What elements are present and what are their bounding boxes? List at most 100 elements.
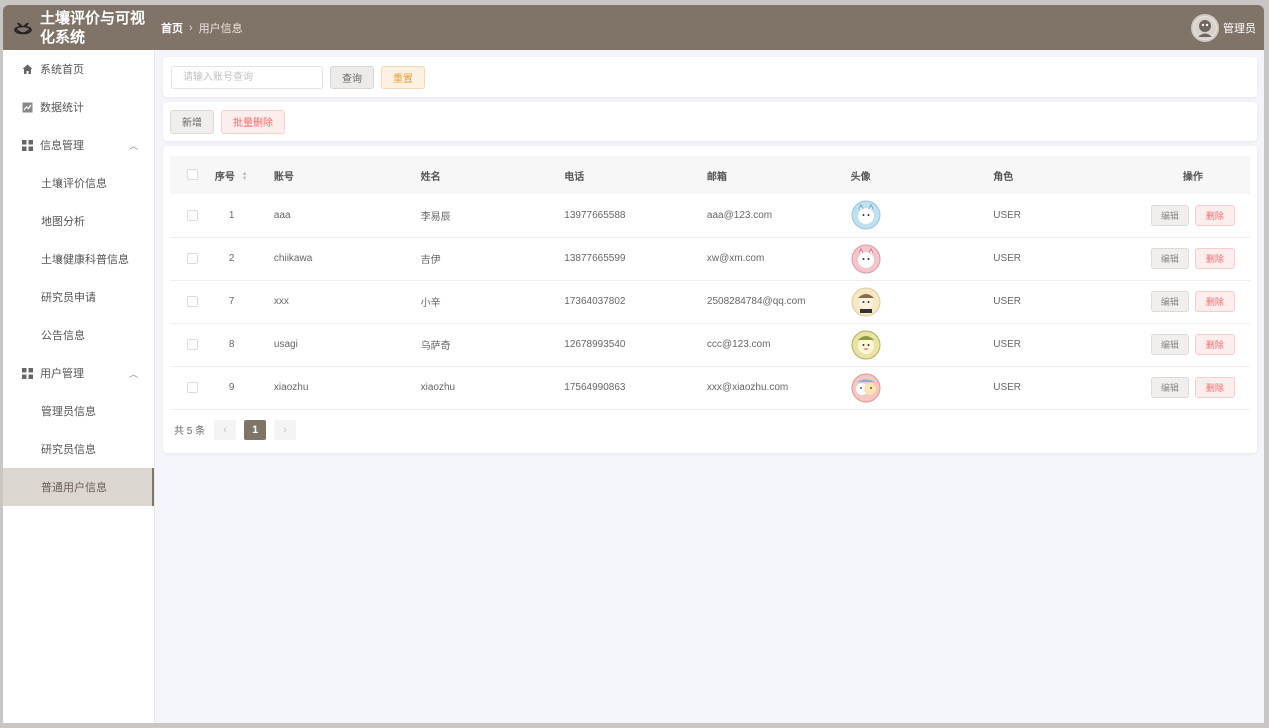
cell-phone: 13977665588 xyxy=(564,194,707,238)
sort-icon[interactable]: ▲ ▼ xyxy=(242,171,248,182)
cell-email: xw@xm.com xyxy=(706,237,851,281)
sidebar-item-researcher-application[interactable]: 研究员申请 xyxy=(3,278,154,316)
page-number-button[interactable]: 1 xyxy=(244,419,267,440)
cell-id: 8 xyxy=(214,323,274,367)
account-search-input[interactable] xyxy=(171,65,323,89)
sidebar-item-statistics[interactable]: 数据统计 xyxy=(3,88,154,126)
user-avatar[interactable] xyxy=(851,330,881,360)
delete-button[interactable]: 删除 xyxy=(1194,248,1235,269)
cell-account: chiikawa xyxy=(273,237,421,281)
table-row: 1 aaa 李易辰 13977665588 aaa@123.com USER 编… xyxy=(170,194,1250,238)
sidebar-item-admin-info[interactable]: 管理员信息 xyxy=(3,392,154,430)
next-page-button[interactable]: › xyxy=(274,419,297,440)
reset-button[interactable]: 重置 xyxy=(381,65,425,89)
cell-email: xxx@xiaozhu.com xyxy=(706,366,851,410)
user-avatar[interactable] xyxy=(851,373,881,403)
table-row: 2 chiikawa 吉伊 13877665599 xw@xm.com USER… xyxy=(170,237,1250,281)
prev-page-button[interactable]: ‹ xyxy=(214,419,237,440)
cell-id: 1 xyxy=(214,194,274,238)
user-table: 序号 ▲ ▼ 账号 姓名 电话 邮箱 头像 角色 操作 1 aaa 李易辰 13… xyxy=(170,156,1250,410)
cell-name: 吉伊 xyxy=(420,237,565,281)
delete-button[interactable]: 删除 xyxy=(1194,334,1235,355)
delete-button[interactable]: 删除 xyxy=(1194,377,1235,398)
sidebar-item-map-analysis[interactable]: 地图分析 xyxy=(3,202,154,240)
table-row: 7 xxx 小辛 17364037802 2508284784@qq.com U… xyxy=(170,280,1250,324)
user-table-card: 序号 ▲ ▼ 账号 姓名 电话 邮箱 头像 角色 操作 1 aaa 李易辰 13… xyxy=(163,146,1257,453)
cell-id: 9 xyxy=(214,366,274,410)
sidebar-item-normal-user-info[interactable]: 普通用户信息 xyxy=(3,468,154,506)
column-header-phone: 电话 xyxy=(564,171,585,183)
column-header-email: 邮箱 xyxy=(706,171,727,183)
cell-name: 乌萨奇 xyxy=(420,323,565,367)
user-avatar[interactable] xyxy=(851,200,881,230)
sidebar-group-user-management[interactable]: 用户管理 ︿ xyxy=(3,354,154,392)
cell-actions: 编辑 删除 xyxy=(1135,366,1250,410)
sidebar-item-label: 系统首页 xyxy=(40,64,84,76)
sidebar-item-label: 信息管理 xyxy=(40,140,84,152)
sidebar-item-label: 研究员申请 xyxy=(41,292,96,304)
cell-email: aaa@123.com xyxy=(706,194,851,238)
row-checkbox[interactable] xyxy=(186,295,198,307)
admin-name[interactable]: 管理员 xyxy=(1223,20,1256,36)
sidebar-item-announcements[interactable]: 公告信息 xyxy=(3,316,154,354)
sidebar-item-label: 土壤评价信息 xyxy=(41,178,107,190)
admin-avatar[interactable] xyxy=(1191,13,1219,42)
grid-icon xyxy=(21,139,33,151)
row-checkbox[interactable] xyxy=(186,338,198,350)
sidebar-item-label: 用户管理 xyxy=(40,368,84,380)
edit-button[interactable]: 编辑 xyxy=(1150,248,1189,269)
cell-actions: 编辑 删除 xyxy=(1135,323,1250,367)
cell-id: 2 xyxy=(214,237,274,281)
column-header-role: 角色 xyxy=(993,171,1014,183)
cell-phone: 17564990863 xyxy=(564,366,707,410)
cell-email: 2508284784@qq.com xyxy=(706,280,851,324)
user-menu[interactable]: 管理员 xyxy=(1191,13,1256,42)
query-button[interactable]: 查询 xyxy=(330,65,374,89)
user-avatar[interactable] xyxy=(851,287,881,317)
sidebar-item-label: 土壤健康科普信息 xyxy=(41,254,129,266)
sidebar-item-researcher-info[interactable]: 研究员信息 xyxy=(3,430,154,468)
cell-avatar xyxy=(850,366,994,410)
user-avatar[interactable] xyxy=(851,244,881,274)
cell-phone: 13877665599 xyxy=(564,237,707,281)
sidebar-item-home[interactable]: 系统首页 xyxy=(3,50,154,88)
cell-phone: 12678993540 xyxy=(564,323,707,367)
sidebar-item-label: 公告信息 xyxy=(41,330,85,342)
breadcrumb-home[interactable]: 首页 xyxy=(161,20,183,36)
sidebar-item-label: 研究员信息 xyxy=(41,444,96,456)
row-checkbox[interactable] xyxy=(186,381,198,393)
cell-account: usagi xyxy=(273,323,421,367)
row-checkbox[interactable] xyxy=(186,209,198,221)
sidebar-item-soil-health-science[interactable]: 土壤健康科普信息 xyxy=(3,240,154,278)
cell-phone: 17364037802 xyxy=(564,280,707,324)
cell-name: 小辛 xyxy=(420,280,565,324)
cell-avatar xyxy=(850,194,994,238)
edit-button[interactable]: 编辑 xyxy=(1150,204,1189,226)
sidebar-group-info-management[interactable]: 信息管理 ︿ xyxy=(3,126,154,164)
column-header-id[interactable]: 序号 ▲ ▼ xyxy=(215,156,274,194)
pagination: 共 5 条 ‹ 1 › xyxy=(170,410,1250,450)
chart-icon xyxy=(21,101,33,113)
edit-button[interactable]: 编辑 xyxy=(1150,377,1189,398)
cell-avatar xyxy=(850,237,994,281)
batch-delete-button[interactable]: 批量删除 xyxy=(221,109,285,134)
chevron-up-icon: ︿ xyxy=(128,369,138,379)
action-bar: 新增 批量删除 xyxy=(163,102,1257,141)
edit-button[interactable]: 编辑 xyxy=(1150,291,1189,312)
delete-button[interactable]: 删除 xyxy=(1194,204,1235,226)
select-all-checkbox[interactable] xyxy=(186,169,198,181)
add-button[interactable]: 新增 xyxy=(170,109,214,134)
column-header-account: 账号 xyxy=(273,171,294,183)
edit-button[interactable]: 编辑 xyxy=(1150,334,1189,355)
cell-name: 李易辰 xyxy=(420,194,565,238)
cell-email: ccc@123.com xyxy=(706,323,851,367)
delete-button[interactable]: 删除 xyxy=(1194,291,1235,312)
table-row: 8 usagi 乌萨奇 12678993540 ccc@123.com USER… xyxy=(170,323,1250,367)
cell-role: USER xyxy=(993,237,1136,281)
sidebar-item-label: 管理员信息 xyxy=(41,406,96,418)
cell-role: USER xyxy=(993,194,1136,238)
row-checkbox[interactable] xyxy=(186,252,198,264)
column-header-avatar: 头像 xyxy=(850,171,871,183)
sidebar-item-soil-evaluation[interactable]: 土壤评价信息 xyxy=(3,164,154,202)
search-bar: 查询 重置 xyxy=(163,57,1257,97)
